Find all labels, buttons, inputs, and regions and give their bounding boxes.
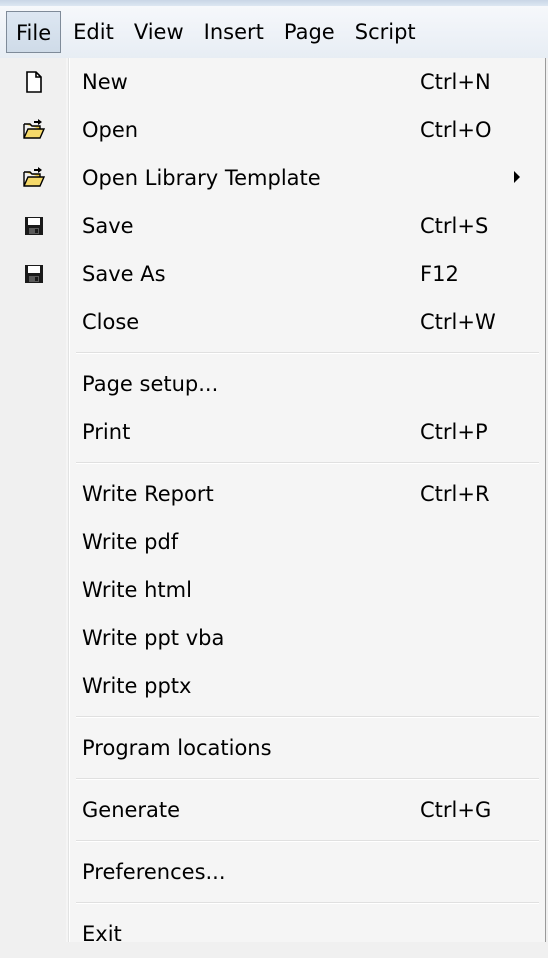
menu-item-label: Generate: [82, 798, 181, 822]
menu-items: New Ctrl+N Open Ctrl+O Open Library Temp…: [0, 58, 545, 958]
menu-item-open[interactable]: Open Ctrl+O: [0, 106, 545, 154]
menu-item-save[interactable]: Save Ctrl+S: [0, 202, 545, 250]
menu-item-label: Write pdf: [82, 530, 179, 554]
menu-item-save-as[interactable]: Save As F12: [0, 250, 545, 298]
menu-item-label: New: [82, 70, 128, 94]
menu-item-print[interactable]: Print Ctrl+P: [0, 408, 545, 456]
menu-item-program-locations[interactable]: Program locations: [0, 724, 545, 772]
menu-separator: [0, 834, 545, 848]
menu-bar: File Edit View Insert Page Script: [0, 6, 548, 58]
shortcut-text: Ctrl+W: [420, 310, 496, 334]
menu-item-close[interactable]: Close Ctrl+W: [0, 298, 545, 346]
menu-item-write-pptx[interactable]: Write pptx: [0, 662, 545, 710]
menu-separator: [0, 710, 545, 724]
menu-item-write-report[interactable]: Write Report Ctrl+R: [0, 470, 545, 518]
open-folder-icon: [22, 118, 46, 142]
shortcut-text: F12: [420, 262, 459, 286]
menu-item-page-setup[interactable]: Page setup...: [0, 360, 545, 408]
shortcut-text: Ctrl+S: [420, 214, 489, 238]
menu-item-label: Save: [82, 214, 134, 238]
menu-item-write-ppt-vba[interactable]: Write ppt vba: [0, 614, 545, 662]
menu-item-label: Exit: [82, 922, 122, 946]
file-dropdown-menu: New Ctrl+N Open Ctrl+O Open Library Temp…: [0, 58, 546, 946]
menu-item-label: Print: [82, 420, 131, 444]
menu-item-label: Save As: [82, 262, 166, 286]
menu-item-label: Preferences...: [82, 860, 226, 884]
menu-script[interactable]: Script: [345, 11, 426, 53]
menu-item-exit[interactable]: Exit: [0, 910, 545, 958]
menu-item-label: Page setup...: [82, 372, 219, 396]
menu-item-label: Program locations: [82, 736, 272, 760]
menu-page[interactable]: Page: [274, 11, 345, 53]
menu-item-label: Open: [82, 118, 139, 142]
menu-item-label: Write ppt vba: [82, 626, 225, 650]
submenu-arrow-icon: [514, 171, 520, 183]
menu-view[interactable]: View: [124, 11, 194, 53]
menu-item-label: Write html: [82, 578, 192, 602]
menu-insert[interactable]: Insert: [194, 11, 274, 53]
menu-item-label: Close: [82, 310, 140, 334]
menu-item-write-html[interactable]: Write html: [0, 566, 545, 614]
menu-item-label: Open Library Template: [82, 166, 321, 190]
menu-item-generate[interactable]: Generate Ctrl+G: [0, 786, 545, 834]
shortcut-text: Ctrl+P: [420, 420, 488, 444]
shortcut-text: Ctrl+O: [420, 118, 492, 142]
new-document-icon: [22, 70, 46, 94]
menu-separator: [0, 896, 545, 910]
menu-separator: [0, 346, 545, 360]
menu-separator: [0, 456, 545, 470]
save-disk-icon: [22, 214, 46, 238]
shortcut-text: Ctrl+R: [420, 482, 490, 506]
open-folder-icon: [22, 166, 46, 190]
menu-item-new[interactable]: New Ctrl+N: [0, 58, 545, 106]
menu-item-label: Write pptx: [82, 674, 192, 698]
menu-separator: [0, 772, 545, 786]
menu-item-label: Write Report: [82, 482, 214, 506]
menu-edit[interactable]: Edit: [63, 11, 124, 53]
shortcut-text: Ctrl+G: [420, 798, 492, 822]
menu-file[interactable]: File: [6, 11, 62, 53]
menu-item-preferences[interactable]: Preferences...: [0, 848, 545, 896]
shortcut-text: Ctrl+N: [420, 70, 491, 94]
save-disk-icon: [22, 262, 46, 286]
menu-item-open-library-template[interactable]: Open Library Template: [0, 154, 545, 202]
menu-item-write-pdf[interactable]: Write pdf: [0, 518, 545, 566]
